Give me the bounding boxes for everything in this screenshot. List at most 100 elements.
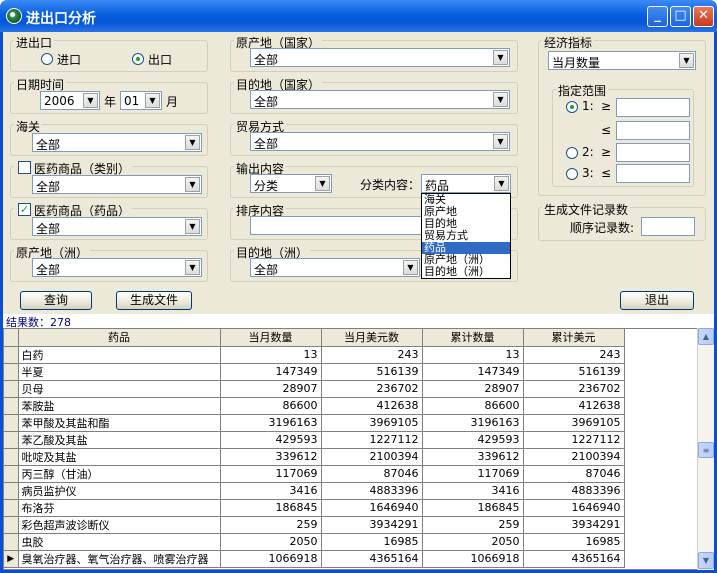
table-cell[interactable]: 243 bbox=[321, 346, 423, 364]
import-radio[interactable] bbox=[41, 53, 53, 65]
table-cell[interactable]: 13 bbox=[220, 346, 322, 364]
chevron-down-icon[interactable]: ▼ bbox=[185, 177, 200, 192]
table-row[interactable]: ▶ 臭氧治疗器、氧气治疗器、喷雾治疗器 1066918 4365164 1066918 4… bbox=[4, 550, 698, 568]
table-cell[interactable]: 布洛芬 bbox=[18, 499, 221, 517]
table-cell[interactable]: 吡啶及其盐 bbox=[18, 448, 221, 466]
range-3-radio[interactable] bbox=[566, 168, 578, 180]
chevron-down-icon[interactable]: ▼ bbox=[315, 176, 330, 191]
table-row[interactable]: 苯乙酸及其盐 429593 1227112 429593 1227112 bbox=[4, 431, 698, 449]
seq-count-input[interactable] bbox=[641, 217, 695, 236]
column-header[interactable]: 药品 bbox=[18, 329, 221, 347]
scroll-down-button[interactable]: ▼ bbox=[698, 552, 714, 569]
table-cell[interactable]: 117069 bbox=[220, 465, 322, 483]
table-cell[interactable]: 1646940 bbox=[321, 499, 423, 517]
table-cell[interactable]: 虫胶 bbox=[18, 533, 221, 551]
table-cell[interactable]: 87046 bbox=[321, 465, 423, 483]
table-row[interactable]: 贝母 28907 236702 28907 236702 bbox=[4, 380, 698, 398]
table-cell[interactable]: 429593 bbox=[220, 431, 322, 449]
close-button[interactable]: ✕ bbox=[693, 6, 714, 27]
table-cell[interactable]: 4365164 bbox=[523, 550, 625, 568]
chevron-down-icon[interactable]: ▼ bbox=[493, 50, 508, 65]
row-indicator[interactable] bbox=[4, 482, 19, 500]
row-indicator[interactable] bbox=[4, 397, 19, 415]
table-cell[interactable]: 429593 bbox=[422, 431, 524, 449]
table-cell[interactable]: 339612 bbox=[220, 448, 322, 466]
table-cell[interactable]: 1646940 bbox=[523, 499, 625, 517]
range-2-input[interactable] bbox=[616, 143, 690, 162]
table-cell[interactable]: 86600 bbox=[220, 397, 322, 415]
generate-file-button[interactable]: 生成文件 bbox=[116, 291, 192, 310]
dropdown-option[interactable]: 目的地（洲） bbox=[422, 266, 510, 278]
class-content-select[interactable]: 药品 ▼ bbox=[421, 174, 511, 193]
table-cell[interactable]: 186845 bbox=[422, 499, 524, 517]
dest-country-select[interactable]: 全部 ▼ bbox=[250, 90, 510, 109]
row-indicator[interactable] bbox=[4, 448, 19, 466]
minimize-button[interactable]: _ bbox=[647, 6, 668, 27]
table-cell[interactable]: 1066918 bbox=[422, 550, 524, 568]
table-row[interactable]: 吡啶及其盐 339612 2100394 339612 2100394 bbox=[4, 448, 698, 466]
table-cell[interactable]: 臭氧治疗器、氧气治疗器、喷雾治疗器 bbox=[18, 550, 221, 568]
table-cell[interactable]: 白药 bbox=[18, 346, 221, 364]
customs-select[interactable]: 全部 ▼ bbox=[32, 133, 202, 152]
table-cell[interactable]: 3969105 bbox=[523, 414, 625, 432]
chevron-down-icon[interactable]: ▼ bbox=[185, 135, 200, 150]
table-cell[interactable]: 28907 bbox=[422, 380, 524, 398]
table-cell[interactable]: 147349 bbox=[220, 363, 322, 381]
row-indicator[interactable] bbox=[4, 465, 19, 483]
table-cell[interactable]: 259 bbox=[422, 516, 524, 534]
table-row[interactable]: 病员监护仪 3416 4883396 3416 4883396 bbox=[4, 482, 698, 500]
table-cell[interactable]: 3196163 bbox=[422, 414, 524, 432]
chevron-down-icon[interactable]: ▼ bbox=[185, 219, 200, 234]
vertical-scrollbar[interactable]: ▲ ≡ ▼ bbox=[697, 328, 714, 570]
range-3-input[interactable] bbox=[616, 164, 690, 183]
row-indicator[interactable] bbox=[4, 380, 19, 398]
range-2-radio[interactable] bbox=[566, 147, 578, 159]
table-cell[interactable]: 3416 bbox=[220, 482, 322, 500]
table-cell[interactable]: 2050 bbox=[422, 533, 524, 551]
table-cell[interactable]: 1066918 bbox=[220, 550, 322, 568]
trade-mode-select[interactable]: 全部 ▼ bbox=[250, 132, 510, 151]
table-cell[interactable]: 3934291 bbox=[321, 516, 423, 534]
range-1-radio[interactable] bbox=[566, 101, 578, 113]
table-cell[interactable]: 259 bbox=[220, 516, 322, 534]
table-cell[interactable]: 2100394 bbox=[321, 448, 423, 466]
origin-country-select[interactable]: 全部 ▼ bbox=[250, 48, 510, 67]
table-cell[interactable]: 苯乙酸及其盐 bbox=[18, 431, 221, 449]
maximize-button[interactable]: □ bbox=[670, 6, 691, 27]
table-cell[interactable]: 236702 bbox=[321, 380, 423, 398]
row-indicator[interactable] bbox=[4, 516, 19, 534]
title-bar[interactable] bbox=[0, 0, 717, 32]
med-category-select[interactable]: 全部 ▼ bbox=[32, 175, 202, 194]
table-cell[interactable]: 病员监护仪 bbox=[18, 482, 221, 500]
origin-continent-select[interactable]: 全部 ▼ bbox=[32, 258, 202, 277]
table-cell[interactable]: 16985 bbox=[321, 533, 423, 551]
med-category-checkbox[interactable] bbox=[18, 161, 31, 174]
year-select[interactable]: 2006 ▼ bbox=[40, 91, 100, 110]
output-select[interactable]: 分类 ▼ bbox=[250, 174, 332, 193]
table-cell[interactable]: 彩色超声波诊断仪 bbox=[18, 516, 221, 534]
table-cell[interactable]: 516139 bbox=[321, 363, 423, 381]
row-indicator[interactable] bbox=[4, 431, 19, 449]
table-cell[interactable]: 13 bbox=[422, 346, 524, 364]
result-table[interactable]: 药品 当月数量 当月美元数 累计数量 累计美元 白药 13 243 13 243 半夏 14… bbox=[3, 328, 699, 570]
table-cell[interactable]: 苯甲酸及其盐和酯 bbox=[18, 414, 221, 432]
month-select[interactable]: 01 ▼ bbox=[120, 91, 162, 110]
table-cell[interactable]: 236702 bbox=[523, 380, 625, 398]
chevron-down-icon[interactable]: ▼ bbox=[494, 176, 509, 191]
table-cell[interactable]: 87046 bbox=[523, 465, 625, 483]
table-cell[interactable]: 339612 bbox=[422, 448, 524, 466]
chevron-down-icon[interactable]: ▼ bbox=[403, 260, 418, 275]
row-indicator[interactable] bbox=[4, 346, 19, 364]
table-row[interactable]: 苯甲酸及其盐和酯 3196163 3969105 3196163 3969105 bbox=[4, 414, 698, 432]
chevron-down-icon[interactable]: ▼ bbox=[185, 260, 200, 275]
table-row[interactable]: 彩色超声波诊断仪 259 3934291 259 3934291 bbox=[4, 516, 698, 534]
table-cell[interactable]: 16985 bbox=[523, 533, 625, 551]
table-cell[interactable]: 2100394 bbox=[523, 448, 625, 466]
table-cell[interactable]: 2050 bbox=[220, 533, 322, 551]
column-header[interactable]: 累计美元 bbox=[523, 329, 625, 347]
chevron-down-icon[interactable]: ▼ bbox=[493, 134, 508, 149]
export-radio[interactable] bbox=[132, 53, 144, 65]
chevron-down-icon[interactable]: ▼ bbox=[145, 93, 160, 108]
table-cell[interactable]: 4365164 bbox=[321, 550, 423, 568]
table-cell[interactable]: 4883396 bbox=[321, 482, 423, 500]
